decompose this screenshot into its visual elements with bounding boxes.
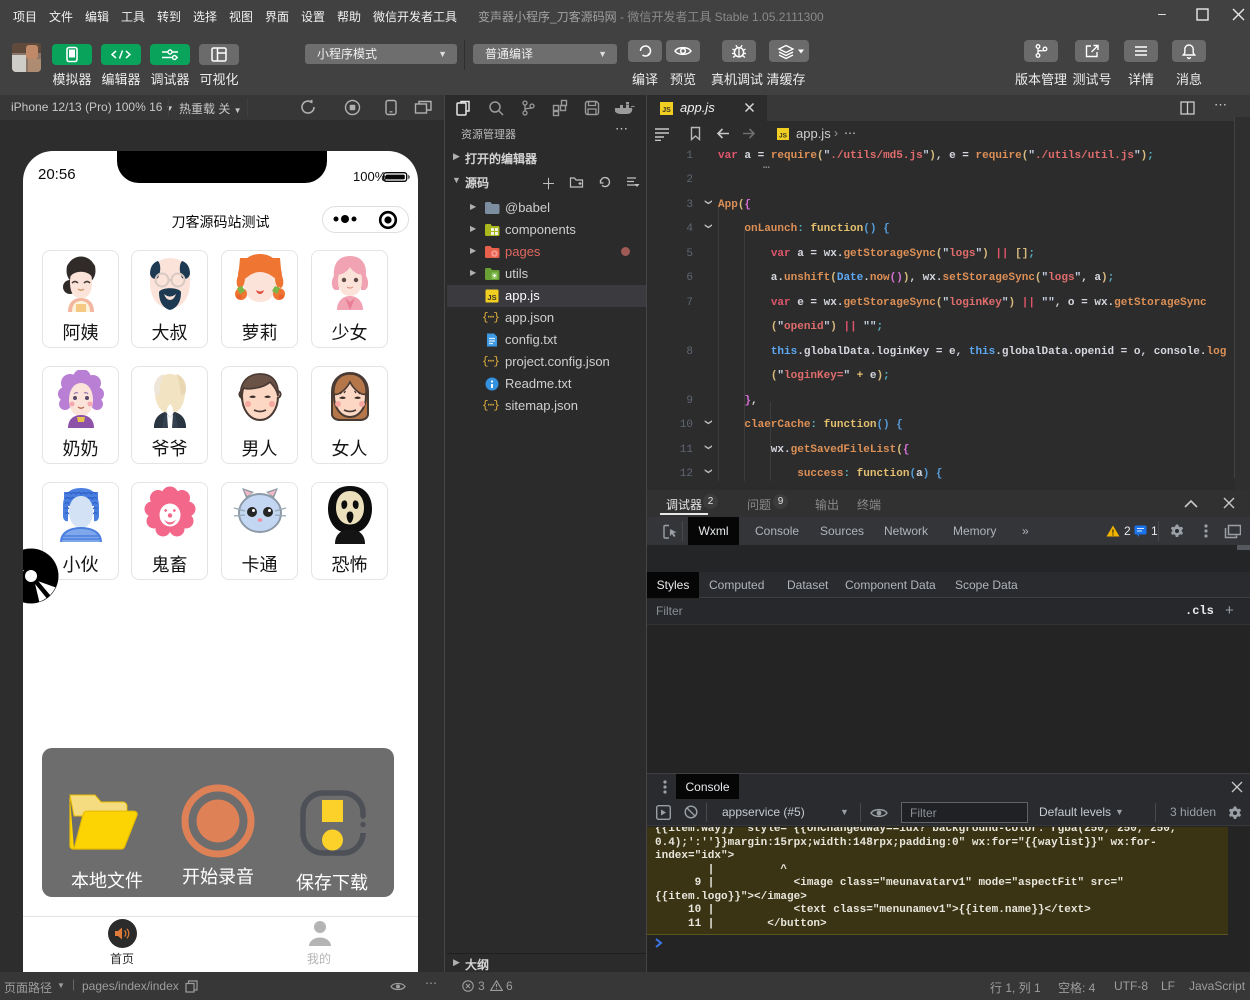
svg-text:JS: JS	[487, 293, 496, 302]
svg-text:JS: JS	[662, 107, 671, 114]
svg-text:!: !	[1112, 529, 1115, 538]
svg-text:JS: JS	[779, 133, 788, 140]
